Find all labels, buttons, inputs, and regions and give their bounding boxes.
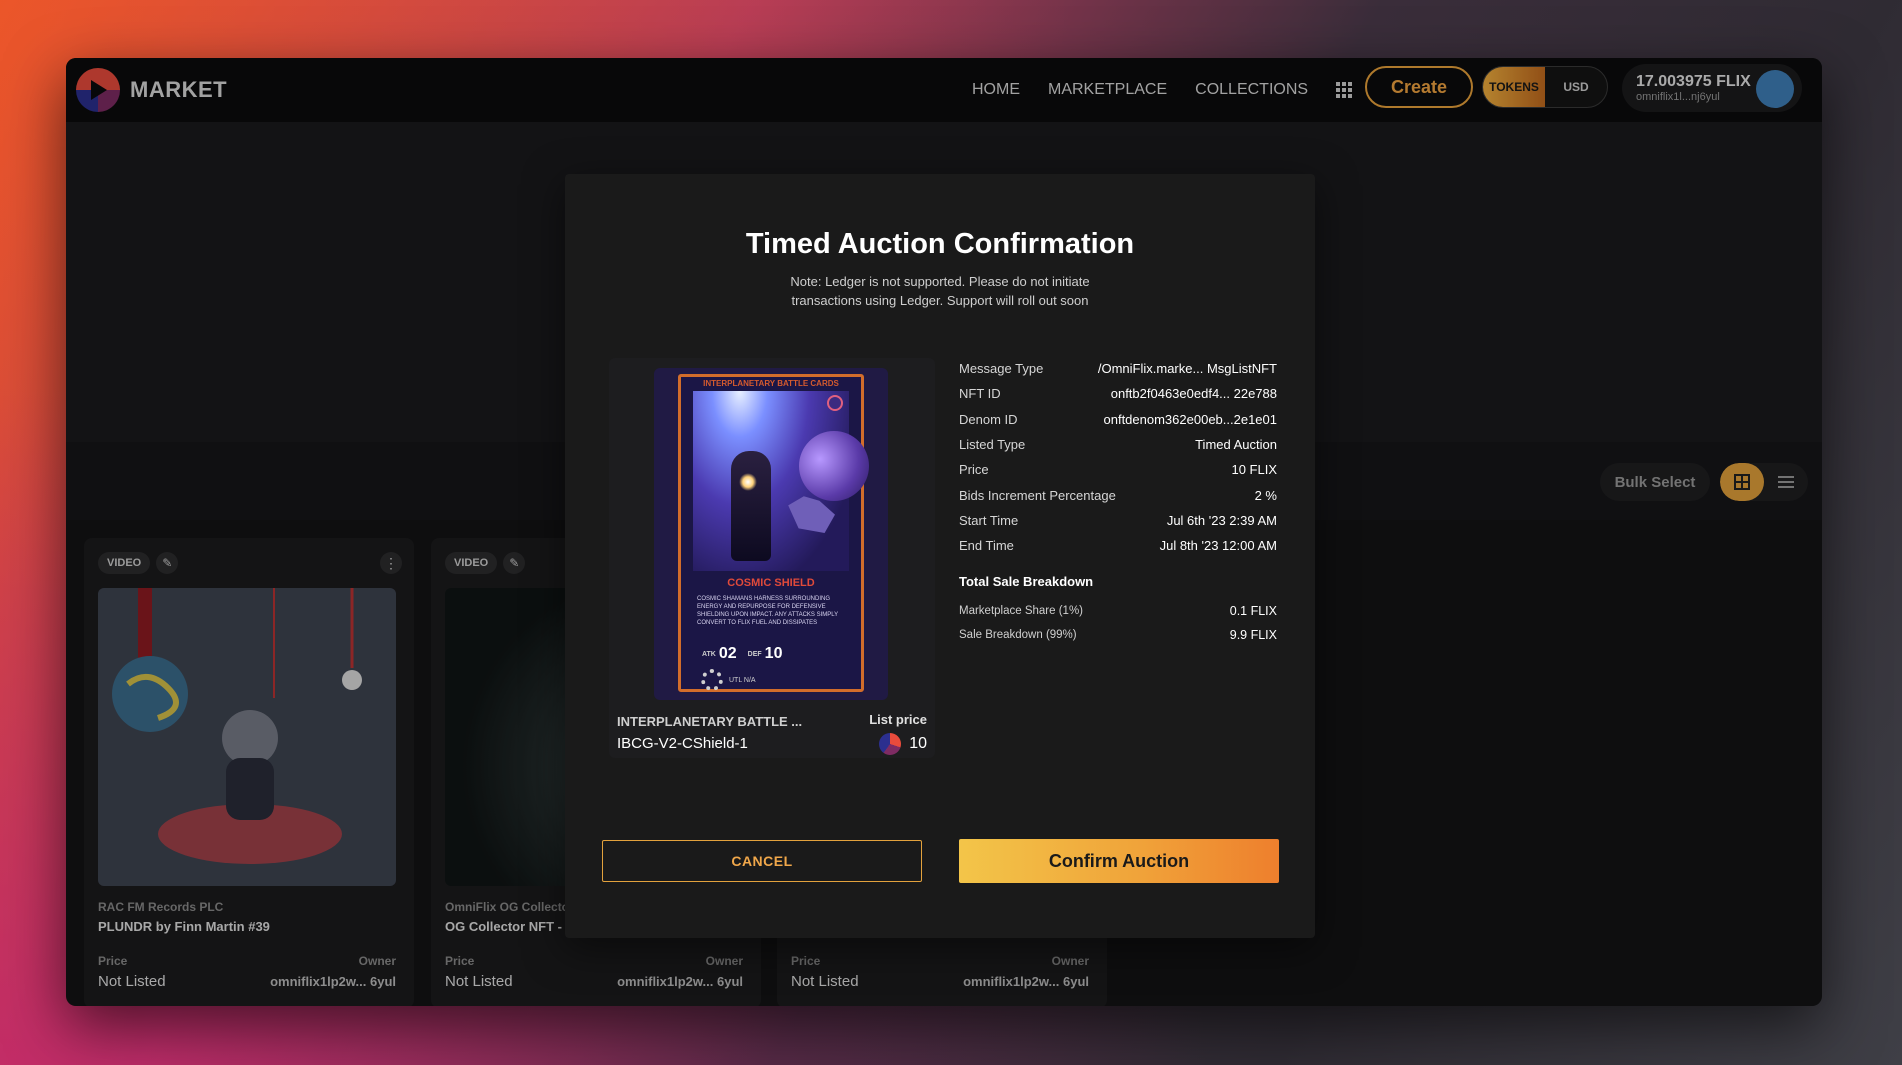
nft-collection-name: INTERPLANETARY BATTLE ... bbox=[617, 714, 803, 729]
nft-name: IBCG-V2-CShield-1 bbox=[617, 735, 748, 752]
card-artwork bbox=[693, 391, 869, 571]
card-badge-icon bbox=[827, 395, 843, 411]
breakdown-label: Sale Breakdown (99%) bbox=[959, 629, 1077, 642]
transaction-details: Message Type /OmniFlix.marke... MsgListN… bbox=[959, 356, 1277, 647]
detail-label: NFT ID bbox=[959, 386, 1001, 402]
confirm-auction-button[interactable]: Confirm Auction bbox=[959, 839, 1279, 883]
detail-label: End Time bbox=[959, 538, 1014, 554]
sale-breakdown-title: Total Sale Breakdown bbox=[959, 574, 1094, 590]
glow-graphic bbox=[739, 473, 757, 491]
detail-denom-id: Denom ID onftdenom362e00eb...2e1e01 bbox=[959, 407, 1277, 432]
detail-value: 2 % bbox=[1254, 487, 1277, 503]
detail-value: /OmniFlix.marke... MsgListNFT bbox=[1097, 361, 1277, 377]
nft-image: INTERPLANETARY BATTLE CARDS COSMIC SHIEL… bbox=[654, 368, 888, 700]
detail-message-type: Message Type /OmniFlix.marke... MsgListN… bbox=[959, 356, 1277, 381]
util-stat: UTL N/A bbox=[729, 677, 756, 684]
breakdown-value: 0.1 FLIX bbox=[1229, 604, 1277, 619]
card-description: COSMIC SHAMANS HARNESS SURROUNDING ENERG… bbox=[697, 596, 839, 626]
detail-value: Jul 6th '23 2:39 AM bbox=[1166, 512, 1277, 528]
detail-start-time: Start Time Jul 6th '23 2:39 AM bbox=[959, 508, 1277, 533]
list-price-value: 10 bbox=[909, 735, 927, 752]
dialog-title: Timed Auction Confirmation bbox=[745, 228, 1135, 260]
card-stats: ATK 02 DEF 10 bbox=[699, 645, 790, 663]
breakdown-value: 9.9 FLIX bbox=[1229, 628, 1277, 643]
util-value: N/A bbox=[743, 677, 756, 684]
detail-label: Listed Type bbox=[959, 437, 1026, 453]
breakdown-sale: Sale Breakdown (99%) 9.9 FLIX bbox=[959, 623, 1277, 647]
breakdown-marketplace-share: Marketplace Share (1%) 0.1 FLIX bbox=[959, 599, 1277, 623]
detail-label: Start Time bbox=[959, 512, 1019, 528]
util-label: UTL bbox=[729, 677, 742, 684]
detail-label: Denom ID bbox=[959, 411, 1018, 427]
detail-listed-type: Listed Type Timed Auction bbox=[959, 432, 1277, 457]
sale-breakdown: Marketplace Share (1%) 0.1 FLIX Sale Bre… bbox=[959, 599, 1277, 647]
detail-value: onftb2f0463e0edf4... 22e788 bbox=[1110, 386, 1277, 402]
flix-token-icon bbox=[879, 733, 902, 755]
breakdown-label: Marketplace Share (1%) bbox=[959, 605, 1083, 618]
detail-bid-increment: Bids Increment Percentage 2 % bbox=[959, 482, 1277, 507]
list-price-label: List price bbox=[869, 712, 927, 727]
detail-value: Timed Auction bbox=[1195, 437, 1277, 453]
card-title: COSMIC SHIELD bbox=[727, 577, 815, 589]
detail-value: Jul 8th '23 12:00 AM bbox=[1159, 538, 1277, 554]
atk-label: ATK bbox=[702, 650, 716, 658]
detail-value: 10 FLIX bbox=[1231, 462, 1277, 478]
detail-end-time: End Time Jul 8th '23 12:00 AM bbox=[959, 533, 1277, 558]
list-price: 10 bbox=[879, 733, 927, 755]
gear-icon bbox=[701, 669, 723, 691]
def-label: DEF bbox=[747, 650, 762, 658]
figure-graphic bbox=[731, 451, 771, 561]
detail-label: Price bbox=[959, 462, 989, 478]
cancel-button[interactable]: CANCEL bbox=[602, 840, 922, 882]
detail-label: Message Type bbox=[959, 361, 1044, 377]
card-header-text: INTERPLANETARY BATTLE CARDS bbox=[703, 379, 839, 388]
timed-auction-confirmation-dialog: Timed Auction Confirmation Note: Ledger … bbox=[565, 174, 1315, 938]
detail-label: Bids Increment Percentage bbox=[959, 487, 1116, 503]
def-value: 10 bbox=[764, 645, 783, 662]
detail-price: Price 10 FLIX bbox=[959, 457, 1277, 482]
planet-graphic bbox=[799, 431, 869, 501]
card-frame: INTERPLANETARY BATTLE CARDS COSMIC SHIEL… bbox=[678, 374, 869, 692]
detail-value: onftdenom362e00eb...2e1e01 bbox=[1103, 411, 1278, 427]
ledger-note: Note: Ledger is not supported. Please do… bbox=[790, 274, 1090, 308]
nft-preview-panel: INTERPLANETARY BATTLE CARDS COSMIC SHIEL… bbox=[609, 358, 935, 758]
atk-value: 02 bbox=[718, 645, 737, 662]
detail-nft-id: NFT ID onftb2f0463e0edf4... 22e788 bbox=[959, 381, 1277, 406]
